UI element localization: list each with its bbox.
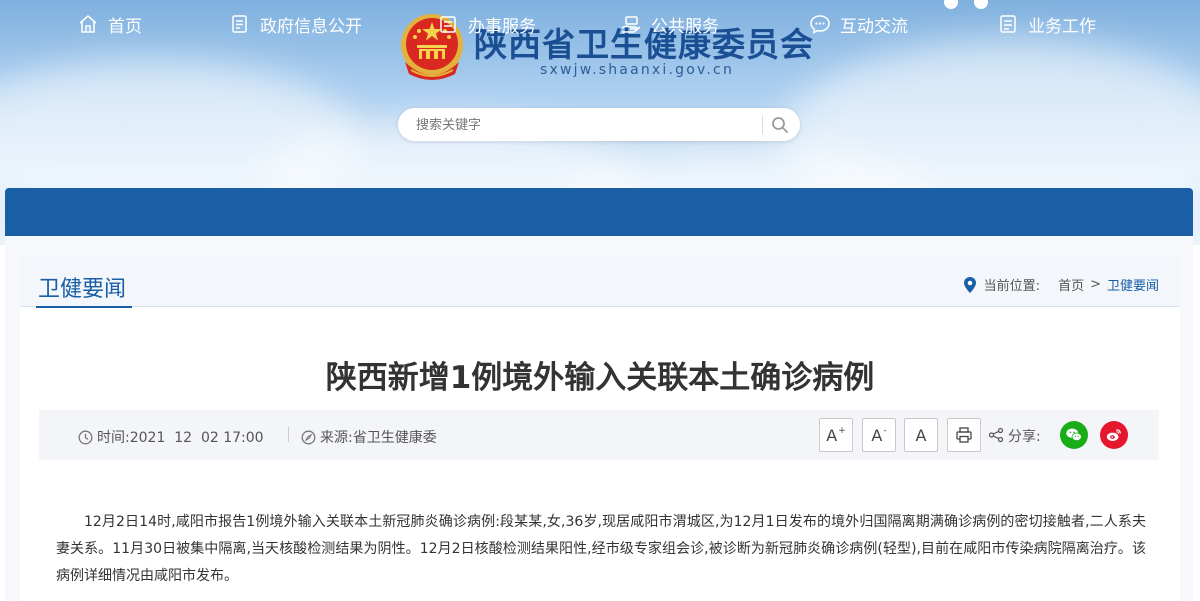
hand-service-icon [621,16,641,33]
nav-label: 互动交流 [840,16,908,37]
breadcrumb-separator: > [1090,277,1101,292]
nav-item-home[interactable]: 首页 [77,0,142,48]
compass-icon [301,430,316,444]
share-icon [988,427,1004,443]
nav-item-business[interactable]: 业务工作 [997,0,1096,48]
font-increase-label: A [826,425,838,445]
breadcrumb-label: 当前位置: [983,279,1041,294]
section-underline [36,306,132,308]
document-list-icon [232,15,247,33]
site-domain: sxwjw.shaanxi.gov.cn [540,62,735,78]
font-reset-button[interactable]: A [904,418,938,452]
meta-divider [288,427,289,442]
search-divider [762,115,763,134]
weibo-icon [1106,429,1121,441]
share-label: 分享: [1008,429,1041,445]
nav-item-public-services[interactable]: 公共服务 [620,0,719,48]
wechat-icon [1066,428,1082,441]
font-decrease-label: A [871,425,883,445]
section-title: 卫健要闻 [38,277,127,302]
article-source-text: 来源:省卫生健康委 [320,430,437,446]
location-pin-icon [963,276,976,293]
wechat-share-button[interactable] [1060,421,1088,449]
clipboard-icon [440,16,456,33]
article-body: 12月2日14时,咸阳市报告1例境外输入关联本土新冠肺炎确诊病例:段某某,女,3… [56,514,1146,584]
nav-label: 公共服务 [651,16,719,37]
printer-icon [956,427,972,443]
clock-icon [78,430,93,444]
nav-label: 首页 [108,16,142,37]
nav-item-gov-info[interactable]: 政府信息公开 [229,0,362,48]
home-icon [79,15,97,33]
search-box [398,108,800,141]
nav-label: 办事服务 [468,16,536,37]
font-reset-label: A [915,425,927,445]
print-button[interactable] [947,418,981,452]
search-input[interactable] [416,115,756,135]
nav-item-interaction[interactable]: 互动交流 [809,0,908,48]
chat-icon [810,15,830,34]
nav-label: 政府信息公开 [260,16,362,37]
briefcase-icon [1000,15,1016,33]
main-nav [5,188,1193,236]
weibo-share-button[interactable] [1100,421,1128,449]
nav-label: 业务工作 [1028,16,1096,37]
font-decrease-button[interactable]: A- [862,418,896,452]
top-corner-icons [944,0,1004,13]
article-title: 陕西新增1例境外输入关联本土确诊病例 [325,360,875,396]
publish-time: 时间:2021 12 02 17:00 [78,427,264,447]
publish-time-text: 时间:2021 12 02 17:00 [97,430,264,446]
breadcrumb-current[interactable]: 卫健要闻 [1107,275,1159,294]
breadcrumb: 当前位置: 首页 > 卫健要闻 [963,275,1159,294]
breadcrumb-home-link[interactable]: 首页 [1058,275,1084,294]
article-source: 来源:省卫生健康委 [301,427,437,447]
font-increase-button[interactable]: A + [819,418,853,452]
nav-item-services[interactable]: 办事服务 [437,0,536,48]
search-icon[interactable] [770,115,790,135]
